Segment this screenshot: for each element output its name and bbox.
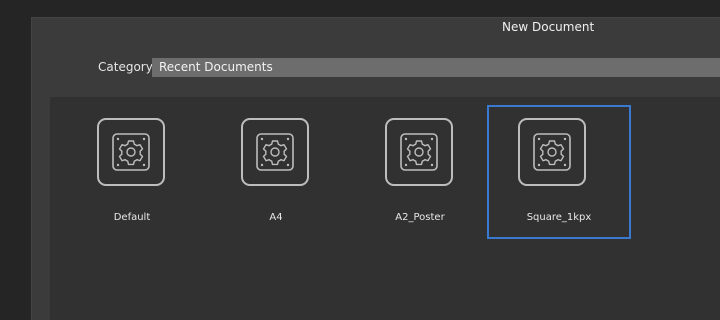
document-thumbnail — [97, 118, 165, 186]
document-presets-grid: Default A4 A2_Poster Square_1kpx — [50, 97, 720, 320]
dialog-titlebar: New Document — [32, 18, 720, 39]
new-document-dialog: New Document Category Recent Documents D… — [31, 17, 720, 320]
preset-label: A4 — [269, 212, 283, 223]
gear-icon — [400, 133, 438, 171]
category-select[interactable]: Recent Documents — [152, 58, 720, 77]
dialog-title: New Document — [502, 20, 595, 34]
document-thumbnail — [241, 118, 309, 186]
preset-label: A2_Poster — [395, 212, 445, 223]
preset-label: Default — [113, 212, 151, 223]
app-window: New Document Category Recent Documents D… — [0, 0, 720, 320]
preset-label: Square_1kpx — [526, 212, 592, 223]
preset-tile-square-1kpx[interactable]: Square_1kpx — [487, 105, 631, 239]
preset-tile-a4[interactable]: A4 — [204, 105, 348, 239]
document-thumbnail — [385, 118, 453, 186]
gear-icon — [533, 133, 571, 171]
gear-icon — [256, 133, 294, 171]
preset-tile-default[interactable]: Default — [60, 105, 204, 239]
gear-icon — [112, 133, 150, 171]
category-label: Category — [98, 60, 153, 74]
preset-tile-a2-poster[interactable]: A2_Poster — [348, 105, 492, 239]
document-thumbnail — [518, 118, 586, 186]
